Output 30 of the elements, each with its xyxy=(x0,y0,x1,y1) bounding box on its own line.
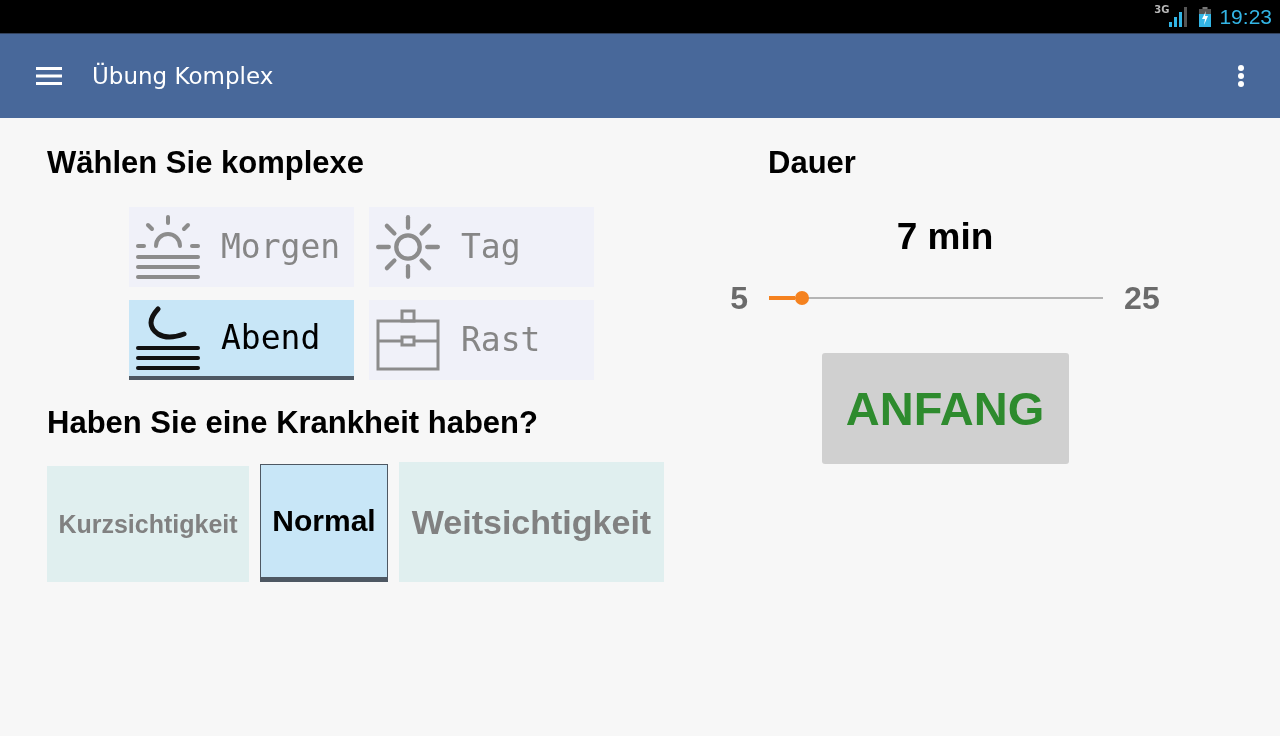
sunrise-icon xyxy=(136,215,200,279)
condition-option[interactable]: Weitsichtigkeit xyxy=(399,462,664,582)
condition-option[interactable]: Normal xyxy=(260,464,388,582)
tile-label: Abend xyxy=(221,320,321,356)
signal-icon xyxy=(1169,6,1188,27)
tile-label: Morgen xyxy=(221,229,341,265)
section-heading: Wählen Sie komplexe xyxy=(47,144,364,182)
slider-min-label: 5 xyxy=(730,280,749,316)
slider-max-label: 25 xyxy=(1124,280,1160,316)
condition-option[interactable]: Kurzsichtigkeit xyxy=(47,466,249,582)
complex-tile[interactable]: Tag xyxy=(369,207,594,287)
battery-charging-icon xyxy=(1199,6,1212,27)
section-heading: Dauer xyxy=(768,144,856,182)
network-type: 3G xyxy=(1154,5,1170,15)
start-button[interactable]: ANFANG xyxy=(821,353,1069,464)
sun-icon xyxy=(376,215,440,279)
complex-tile[interactable]: Abend xyxy=(129,300,354,380)
briefcase-icon xyxy=(376,308,440,372)
slider-thumb[interactable] xyxy=(795,291,810,305)
complex-tile[interactable]: Rast xyxy=(369,300,594,380)
tile-label: Tag xyxy=(461,229,521,265)
app-title: Übung Komplex xyxy=(92,61,274,91)
more-options-icon[interactable] xyxy=(1238,65,1244,87)
section-heading: Haben Sie eine Krankheit haben? xyxy=(47,404,538,442)
menu-icon[interactable] xyxy=(36,67,62,85)
duration-value: 7 min xyxy=(896,216,994,258)
tile-label: Rast xyxy=(461,322,541,358)
moon-icon xyxy=(136,306,200,370)
status-time: 19:23 xyxy=(1219,4,1272,29)
complex-tile[interactable]: Morgen xyxy=(129,207,354,287)
